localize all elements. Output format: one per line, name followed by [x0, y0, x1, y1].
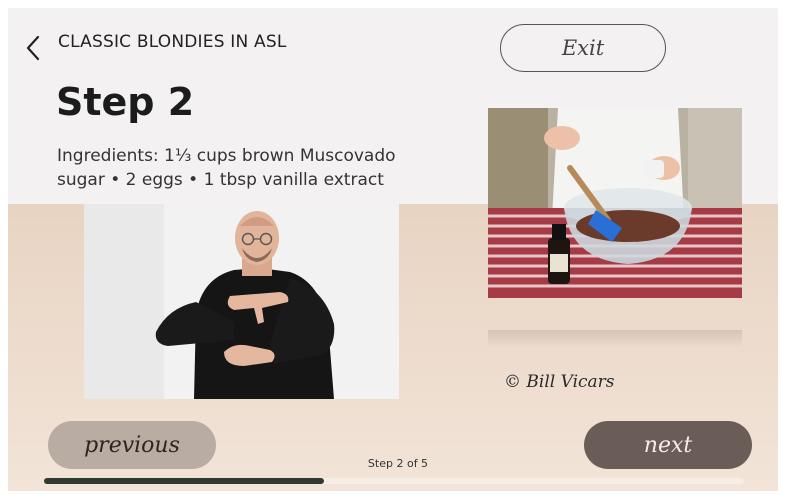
- mixing-bowl-image: [488, 108, 742, 298]
- exit-button[interactable]: Exit: [500, 24, 666, 72]
- photo-credit: © Bill Vicars: [504, 372, 615, 392]
- progress-bar: [44, 478, 744, 484]
- chevron-left-icon: [26, 35, 40, 61]
- step-title: Step 2: [56, 80, 195, 124]
- ingredients-text: Ingredients: 1⅓ cups brown Muscovado sug…: [57, 146, 396, 190]
- photo-shadow: [488, 330, 742, 348]
- back-button[interactable]: [22, 33, 44, 63]
- progress-fill: [44, 478, 324, 484]
- recipe-title: CLASSIC BLONDIES IN ASL: [58, 32, 287, 52]
- next-button[interactable]: next: [584, 421, 752, 469]
- recipe-step-screen: CLASSIC BLONDIES IN ASL Exit Step 2 Ingr…: [8, 8, 778, 491]
- previous-button[interactable]: previous: [48, 421, 216, 469]
- asl-signer-image: [84, 204, 399, 399]
- step-photo: [488, 108, 742, 298]
- step-counter: Step 2 of 5: [367, 457, 429, 470]
- asl-video[interactable]: [84, 204, 399, 399]
